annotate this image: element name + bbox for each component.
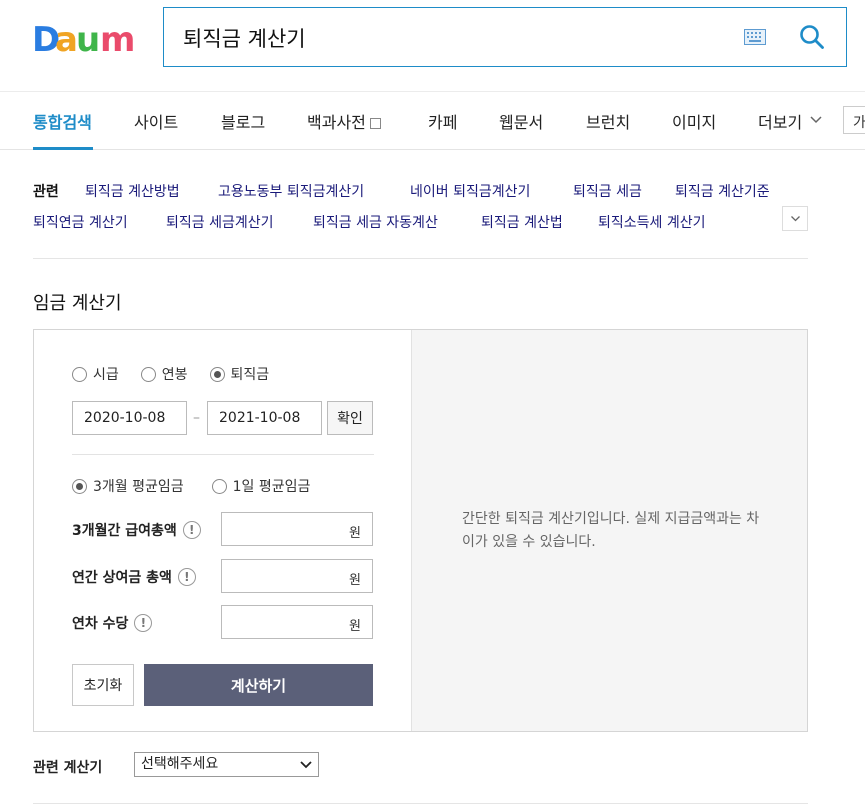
tab-images[interactable]: 이미지 [672, 109, 716, 133]
tab-encyclopedia-label: 백과사전 [307, 113, 366, 132]
chevron-down-icon [300, 761, 312, 769]
annual-leave-allowance-input[interactable] [222, 606, 342, 638]
calculate-button[interactable]: 계산하기 [144, 664, 373, 706]
divider [72, 454, 374, 455]
field-label-3month-pay: 3개월간 급여총액 ! [72, 520, 201, 540]
chevron-down-icon [791, 216, 800, 222]
radio-daily-average[interactable]: 1일 평균임금 [211, 476, 311, 496]
svg-text:m: m [100, 20, 135, 60]
tab-encyclopedia[interactable]: 백과사전 [307, 109, 381, 133]
divider [33, 803, 808, 804]
calc-type-options: 시급 연봉 퇴직금 [72, 364, 291, 384]
tab-site[interactable]: 사이트 [134, 109, 178, 133]
radio-dot-selected [72, 478, 87, 494]
radio-label: 퇴직금 [230, 367, 270, 383]
radio-label: 연봉 [161, 367, 188, 383]
checkbox-icon [369, 118, 381, 129]
search-tabs: 통합검색 사이트 블로그 백과사전 카페 웹문서 브런치 이미지 더보기 가 [0, 91, 865, 150]
chevron-down-icon[interactable] [810, 116, 822, 124]
related-link[interactable]: 고용노동부 퇴직금계산기 [218, 181, 364, 201]
end-date-input[interactable] [207, 401, 322, 435]
radio-dot [72, 366, 87, 382]
radio-hourly[interactable]: 시급 [72, 364, 119, 384]
radio-dot [211, 478, 227, 494]
related-link[interactable]: 퇴직금 세금 자동계산 [313, 212, 438, 232]
related-link[interactable]: 퇴직금 세금계산기 [166, 212, 274, 232]
calculator-panel: 시급 연봉 퇴직금 – 확인 3개월 평균임금 1일 평균임금 3개월간 급여총… [33, 329, 808, 732]
annual-bonus-field[interactable]: 원 [221, 559, 373, 593]
annual-leave-allowance-field[interactable]: 원 [221, 605, 373, 639]
tab-blog[interactable]: 블로그 [221, 109, 265, 133]
calculator-notice: 간단한 퇴직금 계산기입니다. 실제 지급금액과는 차이가 있을 수 있습니다. [462, 511, 760, 550]
radio-label: 3개월 평균임금 [93, 479, 184, 495]
result-panel: 간단한 퇴직금 계산기입니다. 실제 지급금액과는 차이가 있을 수 있습니다. [411, 330, 807, 731]
info-icon[interactable]: ! [134, 614, 153, 632]
divider [33, 258, 808, 259]
related-link[interactable]: 퇴직연금 계산기 [33, 212, 128, 232]
related-link[interactable]: 퇴직소득세 계산기 [598, 212, 706, 232]
search-icon[interactable] [799, 24, 825, 50]
field-label-annual-bonus: 연간 상여금 총액 ! [72, 567, 196, 587]
related-expand-button[interactable] [782, 206, 808, 231]
reset-button[interactable]: 초기화 [72, 664, 134, 706]
radio-label: 시급 [93, 367, 119, 383]
confirm-button[interactable]: 확인 [327, 401, 373, 435]
related-link[interactable]: 네이버 퇴직금계산기 [410, 181, 530, 201]
related-link[interactable]: 퇴직금 계산방법 [85, 181, 180, 201]
calculator-form: 시급 연봉 퇴직금 – 확인 3개월 평균임금 1일 평균임금 3개월간 급여총… [34, 330, 411, 731]
3month-pay-input[interactable] [222, 513, 342, 545]
info-icon[interactable]: ! [177, 568, 196, 586]
radio-annual-salary[interactable]: 연봉 [140, 364, 188, 384]
info-icon[interactable]: ! [182, 521, 201, 539]
won-unit: 원 [349, 619, 361, 634]
search-input[interactable] [183, 24, 723, 52]
radio-3month-average[interactable]: 3개월 평균임금 [72, 476, 184, 496]
related-calculators-select[interactable]: 선택해주세요 [134, 752, 319, 777]
calculator-title: 임금 계산기 [33, 293, 122, 314]
field-label-text: 3개월간 급여총액 [72, 523, 177, 539]
radio-label: 1일 평균임금 [232, 479, 311, 495]
annual-bonus-input[interactable] [222, 560, 342, 592]
related-link[interactable]: 퇴직금 계산법 [481, 212, 563, 232]
radio-severance[interactable]: 퇴직금 [209, 364, 270, 384]
radio-dot [140, 366, 156, 382]
field-label-annual-leave-allowance: 연차 수당 ! [72, 613, 153, 633]
tab-integrated-search[interactable]: 통합검색 [33, 109, 92, 133]
select-value: 선택해주세요 [141, 756, 219, 772]
tab-brunch[interactable]: 브런치 [586, 109, 630, 133]
tab-extra-button[interactable]: 가 [843, 106, 865, 134]
related-link[interactable]: 퇴직금 계산기준 [675, 181, 770, 201]
date-separator: – [193, 410, 200, 426]
field-label-text: 연차 수당 [72, 616, 129, 632]
radio-dot-selected [209, 366, 225, 382]
tab-web-documents[interactable]: 웹문서 [499, 109, 543, 133]
svg-text:a: a [55, 20, 78, 60]
active-tab-indicator [33, 147, 93, 150]
field-label-text: 연간 상여금 총액 [72, 570, 172, 586]
wage-basis-options: 3개월 평균임금 1일 평균임금 [72, 476, 332, 496]
related-calculators-label: 관련 계산기 [33, 760, 103, 776]
related-link[interactable]: 퇴직금 세금 [573, 181, 642, 201]
search-box [163, 7, 847, 67]
svg-text:u: u [76, 20, 100, 60]
3month-pay-field[interactable]: 원 [221, 512, 373, 546]
related-heading: 관련 [33, 184, 59, 200]
start-date-input[interactable] [72, 401, 187, 435]
won-unit: 원 [349, 573, 361, 588]
won-unit: 원 [349, 526, 361, 541]
tab-cafe[interactable]: 카페 [428, 109, 457, 133]
keyboard-icon[interactable] [744, 29, 766, 45]
daum-logo[interactable]: D a u m [32, 18, 138, 60]
tab-more[interactable]: 더보기 [758, 109, 802, 133]
